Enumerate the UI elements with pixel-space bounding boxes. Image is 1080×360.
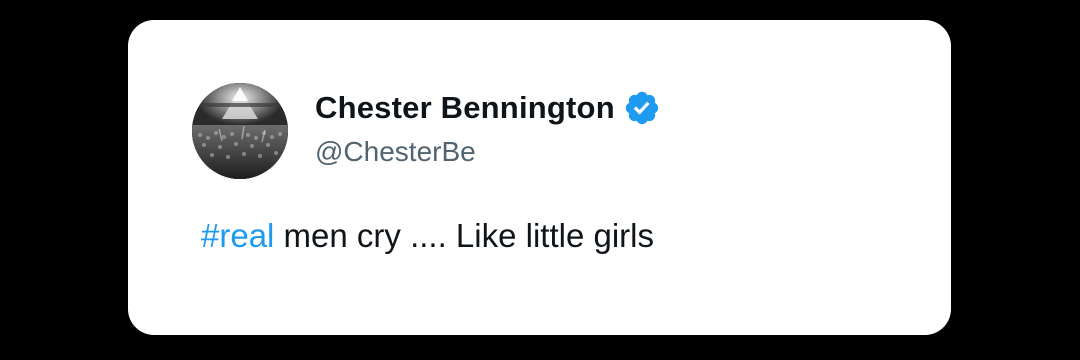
display-name[interactable]: Chester Bennington xyxy=(315,90,615,126)
author-handle[interactable]: @ChesterBe xyxy=(315,136,476,168)
avatar[interactable] xyxy=(192,83,288,179)
tweet-card: Chester Bennington @ChesterBe #real men … xyxy=(128,20,951,335)
tweet-text: #real men cry .... Like little girls xyxy=(201,217,654,255)
tweet-body-text: men cry .... Like little girls xyxy=(274,217,654,254)
author-name-row: Chester Bennington xyxy=(315,86,661,130)
avatar-image xyxy=(192,83,288,179)
screenshot-background: Chester Bennington @ChesterBe #real men … xyxy=(0,0,1080,360)
hashtag-link[interactable]: #real xyxy=(201,217,274,254)
verified-badge-icon xyxy=(623,89,661,127)
